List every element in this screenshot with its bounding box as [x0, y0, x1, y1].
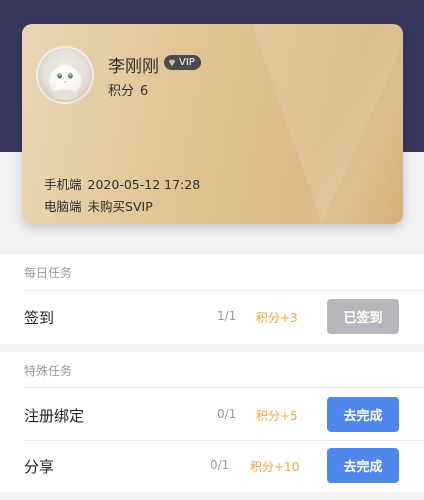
mobile-label: 手机端 — [44, 177, 82, 192]
points-label: 积分 — [108, 84, 135, 99]
special-tasks-title: 特殊任务 — [24, 364, 73, 378]
task-row-register-bind: 注册绑定 0/1 积分+5 去完成 — [0, 390, 424, 440]
diamond-icon — [168, 59, 176, 66]
special-tasks-section: 特殊任务 注册绑定 0/1 积分+5 去完成 分享 0/1 积分+10 去完成 — [0, 352, 424, 492]
pc-value: 未购买SVIP — [87, 199, 153, 214]
task-label: 注册绑定 — [24, 407, 85, 425]
points-value: 6 — [140, 84, 149, 99]
task-label: 签到 — [24, 309, 55, 327]
task-reward: 积分+3 — [256, 311, 298, 325]
divider — [24, 387, 424, 388]
task-progress: 1/1 — [217, 309, 237, 323]
vip-badge-text: VIP — [179, 57, 195, 68]
divider — [24, 290, 424, 291]
cat-avatar-icon — [48, 58, 82, 101]
task-row-share: 分享 0/1 积分+10 去完成 — [0, 441, 424, 491]
daily-tasks-title: 每日任务 — [24, 266, 73, 280]
mobile-info: 手机端 2020-05-12 17:28 — [44, 174, 200, 193]
mobile-value: 2020-05-12 17:28 — [87, 177, 201, 192]
pc-info: 电脑端 未购买SVIP — [44, 196, 153, 215]
card-decoration-2 — [312, 24, 403, 224]
task-row-sign-in: 签到 1/1 积分+3 已签到 — [0, 292, 424, 342]
points: 积分 6 — [108, 80, 148, 99]
profile-card: 李刚刚 VIP 积分 6 手机端 2020-05-12 17:28 电脑端 未购买SV… — [22, 24, 403, 224]
user-name: 李刚刚 — [108, 57, 159, 77]
pc-label: 电脑端 — [44, 199, 82, 214]
vip-badge: VIP — [164, 55, 201, 70]
task-label: 分享 — [24, 458, 55, 476]
avatar[interactable] — [36, 46, 94, 104]
signed-in-button[interactable]: 已签到 — [327, 299, 399, 334]
task-reward: 积分+5 — [256, 409, 298, 423]
task-reward: 积分+10 — [250, 460, 300, 474]
complete-share-button[interactable]: 去完成 — [327, 448, 399, 483]
task-progress: 0/1 — [217, 407, 237, 421]
daily-tasks-section: 每日任务 签到 1/1 积分+3 已签到 — [0, 254, 424, 344]
complete-register-button[interactable]: 去完成 — [327, 397, 399, 432]
task-progress: 0/1 — [210, 458, 230, 472]
